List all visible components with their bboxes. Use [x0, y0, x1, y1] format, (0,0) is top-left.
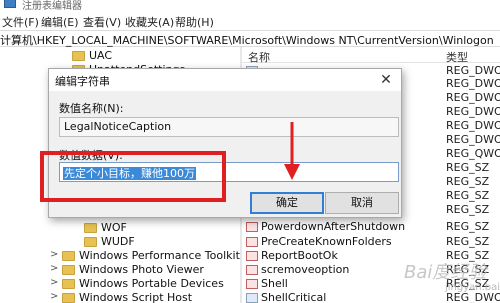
string-value-icon [246, 265, 258, 275]
value-type: REG_DWOR [446, 133, 500, 146]
value-type: REG_DWOR [446, 77, 500, 90]
watermark-text: Bai度经验 [404, 262, 487, 283]
value-type: REG_SZ [446, 203, 490, 216]
column-header-type[interactable]: 类型 [446, 49, 468, 65]
cancel-button[interactable]: 取消 [325, 192, 399, 214]
value-name: scremoveoption [261, 263, 350, 276]
value-type: REG_SZ [446, 175, 490, 188]
menu-file[interactable]: 文件(F) [2, 14, 39, 30]
expand-chevron-icon[interactable]: > [50, 291, 58, 302]
tree-item-label: Windows Portable Devices [79, 277, 224, 290]
string-value-icon [246, 237, 258, 247]
value-type: REG_SZ [446, 220, 490, 233]
menu-edit[interactable]: 编辑(E) [41, 14, 79, 30]
string-value-icon [246, 222, 258, 232]
menu-help[interactable]: 帮助(H) [175, 14, 214, 30]
folder-icon [62, 279, 75, 289]
folder-icon [62, 251, 75, 261]
folder-icon [84, 223, 97, 233]
expand-chevron-icon[interactable]: > [50, 277, 58, 288]
expand-chevron-icon[interactable]: > [50, 263, 58, 274]
string-value-icon [246, 251, 258, 261]
value-name-field: LegalNoticeCaption [59, 117, 399, 137]
annotation-arrow-icon [284, 122, 300, 180]
dialog-title-bar[interactable]: 编辑字符串 ✕ [49, 69, 401, 91]
list-row[interactable]: PreCreateKnownFolders REG_SZ [242, 235, 500, 249]
value-name: ShellCritical [261, 291, 327, 303]
value-type: REG_DWOR [446, 91, 500, 104]
folder-icon [62, 293, 75, 303]
string-value-icon [246, 279, 258, 289]
title-bar: 注册表编辑器 [0, 0, 500, 12]
binary-value-icon [246, 293, 258, 303]
watermark-subtext: jingyan.baidu [445, 282, 500, 293]
menu-bar: 文件(F) 编辑(E) 查看(V) 收藏夹(A) 帮助(H) [0, 12, 500, 30]
tree-item-label: WUDF [101, 235, 135, 248]
address-bar[interactable]: 计算机\HKEY_LOCAL_MACHINE\SOFTWARE\Microsof… [0, 30, 500, 47]
folder-icon [62, 265, 75, 275]
window-title: 注册表编辑器 [22, 1, 82, 12]
column-header-name[interactable]: 名称 [248, 49, 270, 65]
annotation-highlight-box [40, 151, 226, 202]
value-name: Shell [261, 277, 288, 290]
tree-item-label: Windows Photo Viewer [79, 263, 204, 276]
list-header: 名称 类型 [242, 47, 500, 65]
value-type: REG_DWOR [446, 64, 500, 77]
value-name: PowerdownAfterShutdown [261, 220, 406, 233]
list-row[interactable]: PowerdownAfterShutdown REG_SZ [242, 220, 500, 234]
folder-icon [84, 237, 97, 247]
address-path: 计算机\HKEY_LOCAL_MACHINE\SOFTWARE\Microsof… [0, 34, 494, 47]
tree-item-label: WOF [101, 221, 127, 234]
value-name: PreCreateKnownFolders [261, 235, 392, 248]
value-type: REG_SZ [446, 235, 490, 248]
value-type: REG_QWOR [446, 147, 500, 160]
folder-icon [72, 51, 85, 61]
menu-favorites[interactable]: 收藏夹(A) [125, 14, 174, 30]
regedit-app-icon [4, 0, 16, 8]
value-name: ReportBootOk [261, 249, 338, 262]
value-type: REG_DWOR [446, 105, 500, 118]
value-type: REG_SZ [446, 189, 490, 202]
tree-item-label: UAC [89, 49, 113, 62]
expand-chevron-icon[interactable]: > [50, 249, 58, 260]
value-name-label: 数值名称(N): [59, 102, 124, 115]
value-type: REG_SZ [446, 161, 490, 174]
close-icon[interactable]: ✕ [371, 69, 401, 91]
value-type: REG_DWOR [446, 119, 500, 132]
tree-item-label: Windows Performance Toolkit [79, 249, 240, 262]
menu-view[interactable]: 查看(V) [83, 14, 121, 30]
dialog-title: 编辑字符串 [55, 75, 110, 88]
tree-item-label: Windows Script Host [79, 291, 193, 303]
ok-button[interactable]: 确定 [250, 192, 324, 214]
list-row[interactable]: ShellCriticalREG_DWOR [242, 291, 500, 303]
